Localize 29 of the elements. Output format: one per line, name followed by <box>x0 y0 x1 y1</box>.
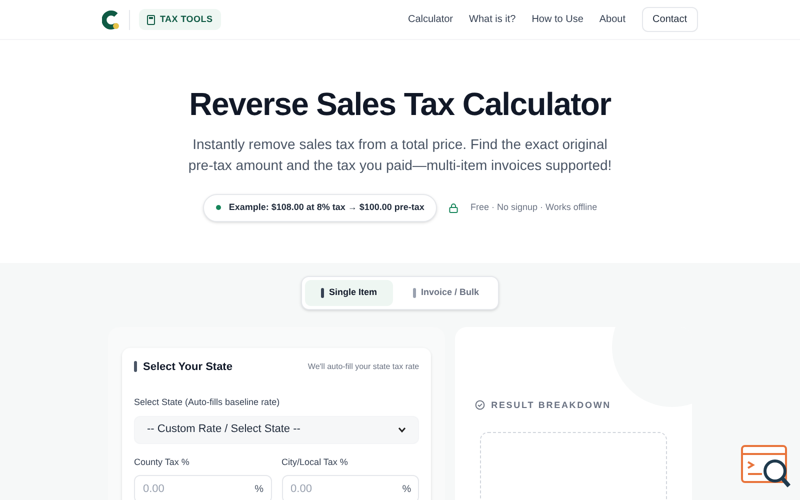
features-note: Free · No signup · Works offline <box>470 201 598 214</box>
page-title: Reverse Sales Tax Calculator <box>189 88 611 120</box>
nav-link[interactable]: How to Use <box>532 12 584 27</box>
lock-icon <box>449 202 458 213</box>
page-subtitle: Instantly remove sales tax from a total price. Find the exact original pre-tax amount and the tax you paid—multi-item invoices supported! <box>187 135 613 175</box>
bar-icon <box>412 288 416 298</box>
nav-link[interactable]: About <box>599 12 626 27</box>
field-label: City/Local Tax % <box>282 456 349 469</box>
nav-link[interactable]: What is it? <box>469 12 516 27</box>
tax-tools-badge: TAX TOOLS <box>139 8 221 30</box>
mode-tab[interactable]: Single Item <box>304 280 393 306</box>
card-title: Select Your State <box>143 360 232 374</box>
chevron-down-icon <box>398 426 406 432</box>
example-text: Example: $108.00 at 8% tax → $100.00 pre-tax <box>228 201 424 214</box>
logo-icon[interactable] <box>102 10 120 30</box>
field-label: County Tax % <box>134 456 190 469</box>
calculator-icon <box>147 14 155 24</box>
contact-button[interactable]: Contact <box>642 7 698 32</box>
nav-link[interactable]: Calculator <box>408 12 454 27</box>
card-hint: We'll auto-fill your state tax rate <box>308 360 420 373</box>
percent-suffix: % <box>254 483 264 497</box>
bar-icon <box>134 361 137 372</box>
field-label: Select State (Auto-fills baseline rate) <box>134 396 281 409</box>
search-code-icon[interactable] <box>740 444 792 490</box>
state-select[interactable]: -- Custom Rate / Select State -- <box>134 416 420 444</box>
percent-suffix: % <box>402 483 412 497</box>
bar-icon <box>320 288 324 298</box>
check-circle-icon <box>475 400 486 410</box>
result-title: RESULT BREAKDOWN <box>491 398 612 412</box>
